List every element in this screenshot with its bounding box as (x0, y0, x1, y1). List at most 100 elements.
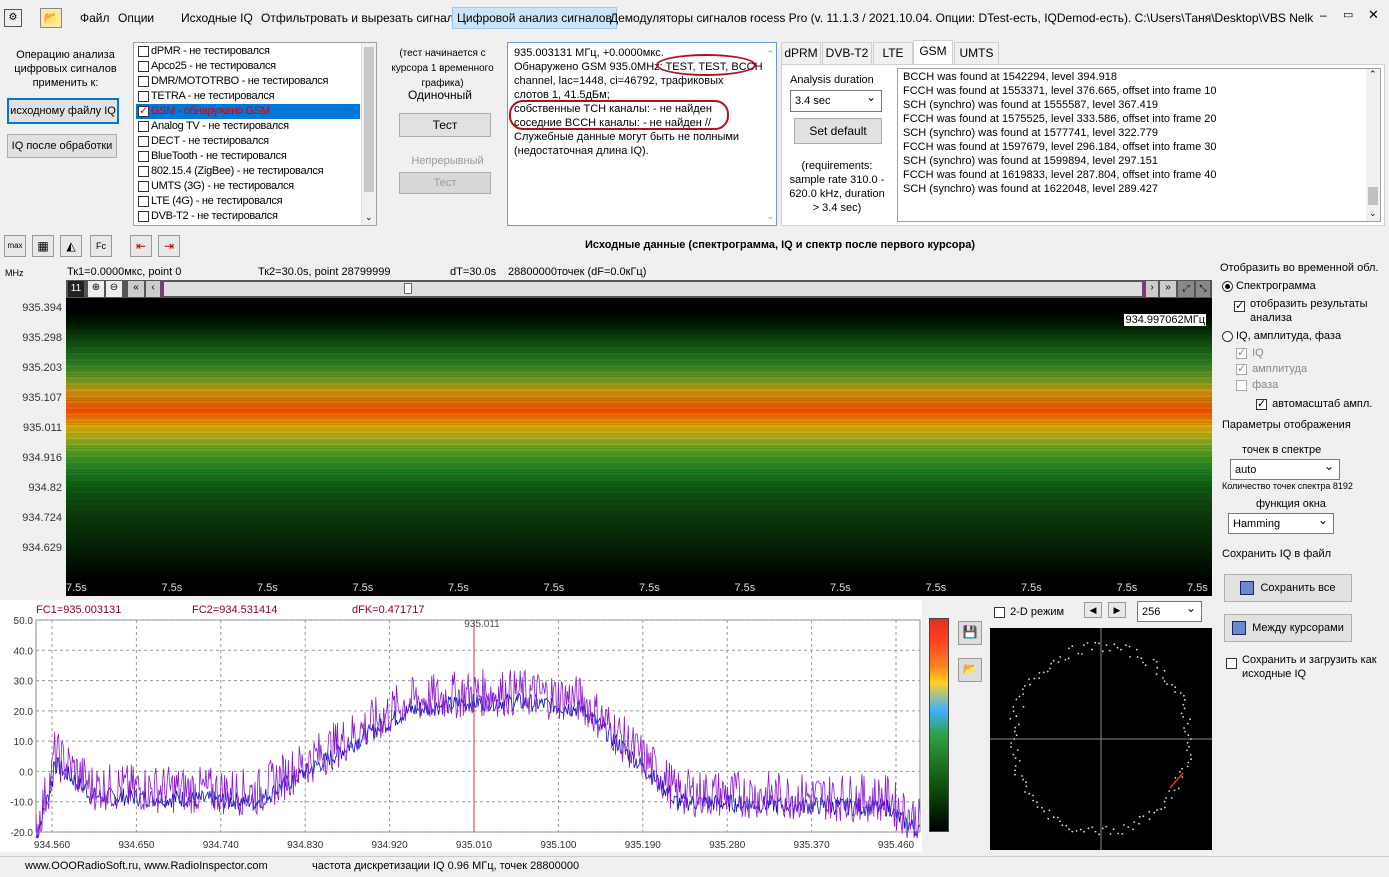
continuous-test-button[interactable]: Тест (399, 172, 491, 194)
check-icon[interactable] (1236, 346, 1247, 359)
protocol-item[interactable]: BlueTooth - не тестировался (136, 149, 360, 164)
window-function-select[interactable]: Hamming (1228, 510, 1334, 534)
minimize-icon[interactable]: – (1320, 8, 1327, 22)
protocol-item[interactable]: Apco25 - не тестировался (136, 59, 360, 74)
zoom-out-icon[interactable]: ⊖ (106, 281, 122, 297)
save-image-icon[interactable]: 💾 (958, 621, 982, 645)
prev-icon[interactable]: ◀ (1084, 602, 1102, 618)
protocol-item[interactable]: UMTS (3G) - не тестировался (136, 179, 360, 194)
phase-checkbox[interactable]: фаза (1236, 379, 1278, 391)
expand-icon[interactable]: ⤡ (1196, 281, 1210, 297)
close-icon[interactable]: ✕ (1368, 7, 1379, 23)
protocol-item[interactable]: LTE (4G) - не тестировался (136, 194, 360, 209)
radio-on-icon[interactable] (1222, 280, 1233, 292)
spectrum-icon[interactable]: ◭ (60, 235, 82, 257)
mode-2d-checkbox[interactable]: 2-D режим (994, 606, 1064, 618)
fc-icon[interactable]: Fc (90, 235, 112, 257)
analysis-duration-select[interactable]: 3.4 sec (790, 87, 882, 112)
menu-demodulators[interactable]: Демодуляторы сигналов (610, 11, 747, 25)
menu-file[interactable]: Файл (80, 11, 110, 25)
cursor-left-icon[interactable]: ⇤ (130, 235, 152, 257)
scroll-up-icon[interactable]: ⌃ (766, 47, 774, 61)
radio-off-icon[interactable] (1222, 330, 1233, 342)
check-empty-icon[interactable] (1226, 658, 1237, 669)
menu-source-iq[interactable]: Исходные IQ (181, 11, 253, 25)
scroll-end-icon[interactable]: » (1160, 281, 1176, 297)
scroll-start-icon[interactable]: « (128, 281, 144, 297)
restore-icon[interactable]: ▭ (1343, 8, 1353, 21)
protocol-item[interactable]: DMR/MOTOTRBO - не тестировался (136, 74, 360, 89)
check-empty-icon[interactable] (138, 135, 149, 147)
check-empty-icon[interactable] (138, 195, 149, 207)
processed-iq-button[interactable]: IQ после обработки (7, 134, 117, 158)
fit-icon[interactable]: ⤢ (1178, 281, 1194, 297)
constellation-plot[interactable] (990, 628, 1212, 850)
source-iq-button[interactable]: исходному файлу IQ (7, 98, 119, 124)
check-icon[interactable] (138, 104, 149, 119)
check-empty-icon[interactable] (138, 210, 149, 222)
chart-grid-icon[interactable]: ▦ (32, 235, 54, 257)
amplitude-checkbox[interactable]: амплитуда (1236, 362, 1308, 375)
save-between-label: Между курсорами (1252, 622, 1344, 634)
check-empty-icon[interactable] (138, 165, 149, 177)
time-scrollbar[interactable]: 11 ⊕ ⊖ « ‹ › » ⤢ ⤡ (66, 280, 1212, 298)
save-between-button[interactable]: Между курсорами (1224, 614, 1352, 642)
spectrum-points-select[interactable]: auto (1230, 456, 1340, 480)
autoscale-checkbox[interactable]: автомасштаб ампл. (1256, 397, 1372, 410)
scroll-down-icon[interactable]: ⌄ (766, 209, 774, 223)
menu-options[interactable]: Опции (118, 11, 154, 25)
analysis-log[interactable]: BCCH was found at 1542294, level 394.918… (897, 68, 1381, 222)
color-scale[interactable] (924, 600, 954, 838)
menu-filter-cut[interactable]: Отфильтровать и вырезать сигнал (261, 11, 454, 25)
check-icon[interactable] (1256, 397, 1267, 410)
check-empty-icon[interactable] (138, 90, 149, 102)
scroll-thumb[interactable] (404, 283, 412, 294)
protocol-item[interactable]: TETRA - не тестировался (136, 89, 360, 104)
check-icon[interactable] (1236, 362, 1247, 375)
check-empty-icon[interactable] (138, 120, 149, 132)
protocol-item[interactable]: DECT - не тестировался (136, 134, 360, 149)
set-default-button[interactable]: Set default (794, 118, 882, 144)
protocol-item[interactable]: 802.15.4 (ZigBee) - не тестировался (136, 164, 360, 179)
open-folder-icon[interactable]: 📂 (40, 8, 62, 28)
spectrum-plot[interactable]: FC1=935.003131 FC2=934.531414 dFK=0.4717… (0, 600, 922, 852)
check-empty-icon[interactable] (138, 75, 149, 87)
scroll-left-icon[interactable]: ‹ (146, 281, 160, 297)
result-text-box[interactable]: 935.003131 МГц, +0.0000мкс. Обнаружено G… (507, 42, 777, 226)
amplitude-label: амплитуда (1252, 363, 1308, 375)
tab-gsm[interactable]: GSM (913, 40, 953, 64)
protocol-item[interactable]: dPMR - не тестировался (136, 44, 360, 59)
iq-radio[interactable]: IQ, амплитуда, фаза (1222, 330, 1341, 342)
iq-checkbox[interactable]: IQ (1236, 346, 1264, 359)
app-icon[interactable]: ⚙ (4, 9, 22, 27)
constellation-points-select[interactable]: 256 (1137, 598, 1202, 622)
list-scrollbar[interactable]: ⌄ (361, 43, 376, 225)
tab-lte[interactable]: LTE (873, 42, 913, 64)
protocol-item[interactable]: DVB-T2 - не тестировался (136, 209, 360, 224)
scroll-right-icon[interactable]: › (1144, 281, 1158, 297)
max-hold-icon[interactable]: max (4, 235, 26, 257)
check-icon[interactable] (1234, 299, 1245, 312)
check-empty-icon[interactable] (138, 45, 149, 57)
tab-dprm[interactable]: dPRM (781, 42, 821, 64)
zoom-in-icon[interactable]: ⊕ (88, 281, 104, 297)
protocol-item[interactable]: GSM - обнаружено GSM (136, 104, 360, 119)
tab-dvbt2[interactable]: DVB-T2 (822, 42, 872, 64)
next-icon[interactable]: ▶ (1108, 602, 1126, 618)
menu-digital-analysis[interactable]: Цифровой анализ сигналов (452, 7, 617, 29)
tab-umts[interactable]: UMTS (954, 42, 999, 64)
log-scrollbar[interactable]: ⌃ ⌄ (1366, 69, 1380, 221)
check-empty-icon[interactable] (138, 180, 149, 192)
single-test-button[interactable]: Тест (399, 113, 491, 137)
cursor-right-icon[interactable]: ⇥ (158, 235, 180, 257)
scroll-track[interactable] (162, 282, 1142, 296)
check-empty-icon[interactable] (138, 150, 149, 162)
mode-2d-check-icon[interactable] (994, 606, 1005, 618)
save-all-button[interactable]: Сохранить все (1224, 574, 1352, 602)
check-empty-icon[interactable] (138, 60, 149, 72)
open-image-icon[interactable]: 📂 (958, 658, 982, 682)
spectrogram-image[interactable]: 934.997062МГц (66, 298, 1212, 580)
protocol-item[interactable]: Analog TV - не тестировался (136, 119, 360, 134)
check-empty-icon[interactable] (1236, 379, 1247, 391)
spectrogram-radio[interactable]: Спектрограмма (1222, 280, 1316, 292)
